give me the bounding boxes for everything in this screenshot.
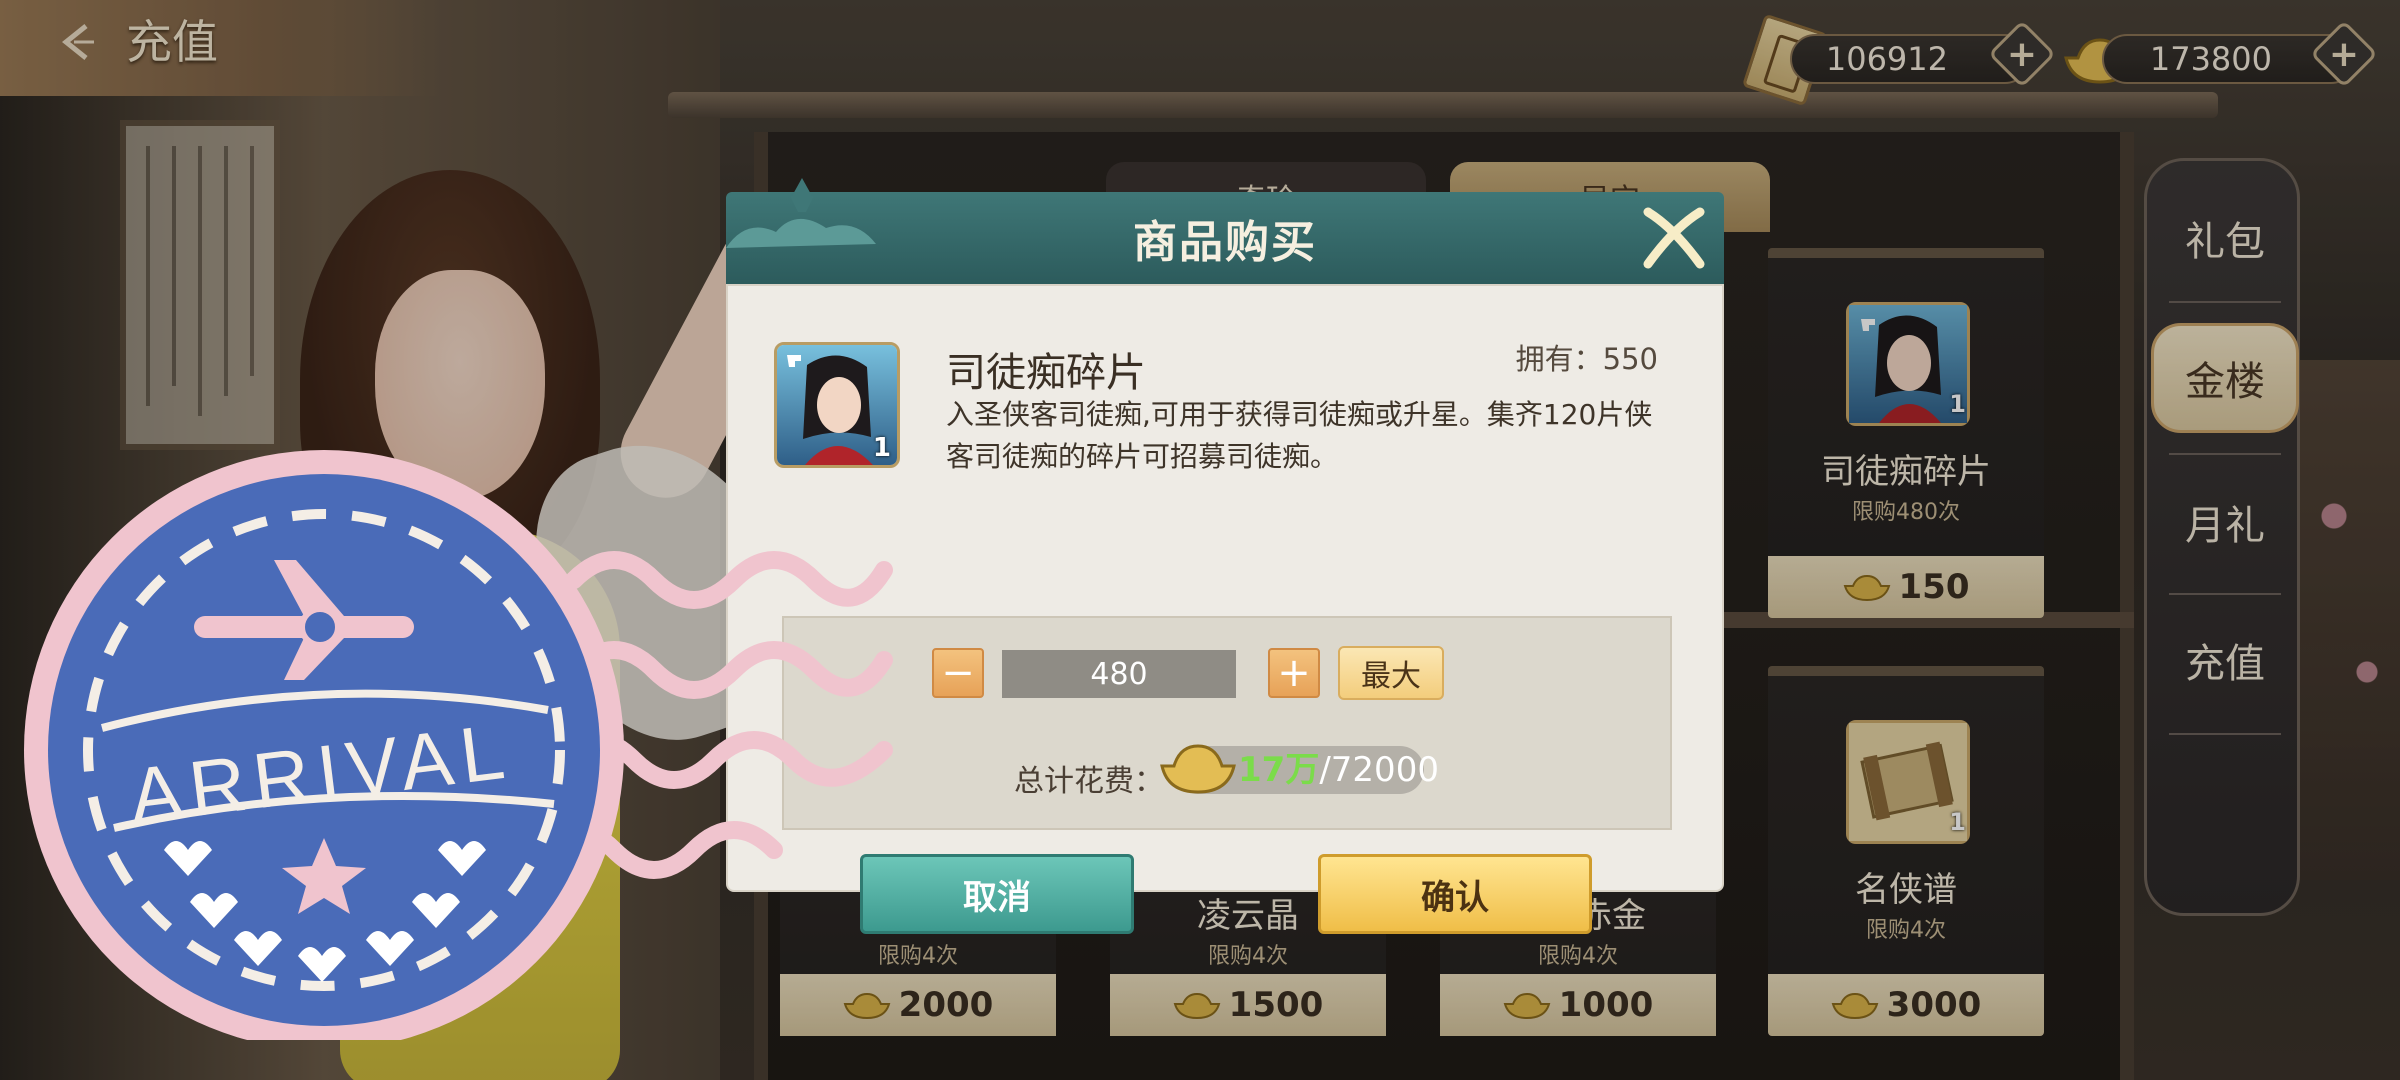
item-name: 司徒痴碎片 bbox=[946, 350, 1146, 396]
gold-ingot-icon bbox=[1160, 744, 1236, 794]
close-icon bbox=[1643, 207, 1705, 269]
cancel-button[interactable]: 取消 bbox=[860, 854, 1134, 934]
decrease-button[interactable]: − bbox=[932, 648, 984, 698]
close-button[interactable] bbox=[1634, 198, 1714, 278]
total-cost-label: 总计花费： bbox=[1014, 764, 1164, 799]
dialog-title: 商品购买 bbox=[1133, 217, 1317, 268]
quantity-panel: − 480 + 最大 总计花费： 17万/72000 bbox=[782, 616, 1672, 830]
total-cost-value: 17万/72000 bbox=[1238, 746, 1439, 794]
increase-button[interactable]: + bbox=[1268, 648, 1320, 698]
total-cost-separator: / bbox=[1319, 750, 1331, 790]
total-cost-required: 17万 bbox=[1238, 750, 1320, 790]
confirm-button[interactable]: 确认 bbox=[1318, 854, 1592, 934]
arrival-stamp: ARRIVAL bbox=[24, 450, 893, 1040]
quantity-input[interactable]: 480 bbox=[1002, 650, 1236, 698]
max-button[interactable]: 最大 bbox=[1338, 646, 1444, 700]
owned-count: 拥有：550 bbox=[1515, 342, 1658, 376]
item-description: 入圣侠客司徒痴,可用于获得司徒痴或升星。集齐120片侠客司徒痴的碎片可招募司徒痴… bbox=[946, 398, 1653, 473]
total-cost-owned: 72000 bbox=[1330, 750, 1439, 790]
